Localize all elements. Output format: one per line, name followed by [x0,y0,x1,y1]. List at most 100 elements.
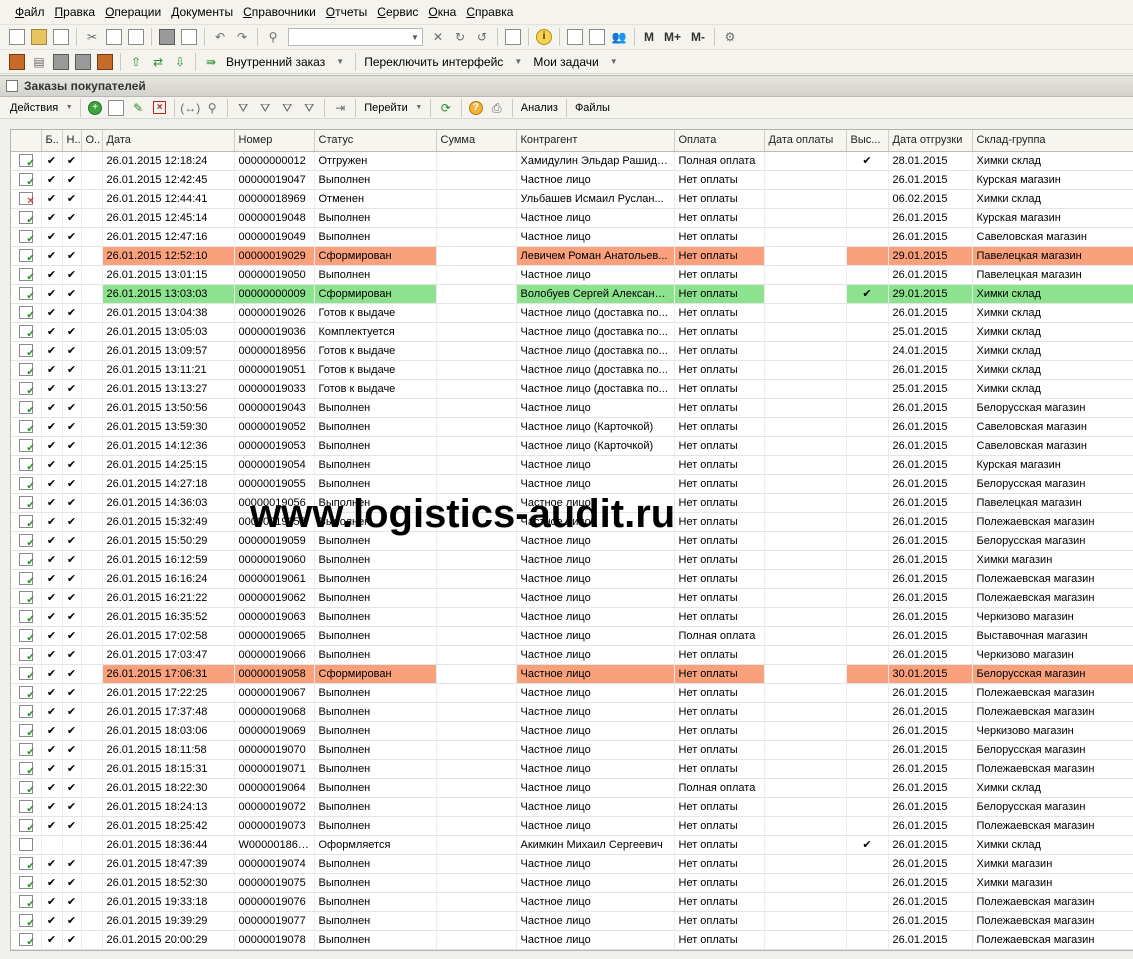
menu-item[interactable]: Файл [10,5,50,19]
filter-value-icon[interactable]: ⛛ [257,100,273,116]
menu-item[interactable]: Правка [50,5,101,19]
table-row[interactable]: ✔ ✔ ✔ 26.01.2015 12:45:14 00000019048 Выполне… [11,208,1133,228]
info-icon[interactable]: i [536,29,552,45]
edit-icon[interactable]: ✎ [130,100,146,116]
switch-interface-button[interactable]: Переключить интерфейс [360,55,507,69]
table-row[interactable]: ✕ ✔ ✔ 26.01.2015 12:44:41 00000018969 Отменен… [11,189,1133,209]
new-document-icon[interactable] [9,29,25,45]
table-row[interactable]: ✔ ✔ ✔ 26.01.2015 18:11:58 00000019070 Выполне… [11,740,1133,760]
chevron-down-icon[interactable]: ▼ [332,54,348,70]
table-row[interactable]: ✔ ✔ ✔ 26.01.2015 18:47:39 00000019074 Выполне… [11,854,1133,874]
table-row[interactable]: ✔ ✔ ✔ 26.01.2015 17:06:31 00000019058 Сформир… [11,664,1133,684]
register-icon[interactable] [53,53,69,70]
calendar-icon[interactable] [589,29,605,45]
table-row[interactable]: ✔ ✔ ✔ 26.01.2015 12:47:16 00000019049 Выполне… [11,227,1133,247]
table-row[interactable]: ✔ ✔ ✔ 26.01.2015 12:52:10 00000019029 Сформир… [11,246,1133,266]
table-row[interactable]: ✔ ✔ ✔ 26.01.2015 12:42:45 00000019047 Выполне… [11,170,1133,190]
table-row[interactable]: ✔ ✔ ✔ 26.01.2015 18:03:06 00000019069 Выполне… [11,721,1133,741]
column-header[interactable]: Оплата [674,130,765,152]
table-row[interactable]: ✔ ✔ ✔ 26.01.2015 12:18:24 00000000012 Отгруже… [11,151,1133,171]
menu-item[interactable]: Сервис [372,5,423,19]
writeoff-icon[interactable]: ⇩ [172,54,188,70]
table-row[interactable]: ✔ ✔ ✔ 26.01.2015 15:50:29 00000019059 Выполне… [11,531,1133,551]
table-row[interactable]: ✔ ✔ ✔ 26.01.2015 16:16:24 00000019061 Выполне… [11,569,1133,589]
table-row[interactable]: ✔ ✔ ✔ 26.01.2015 13:05:03 00000019036 Комплек… [11,322,1133,342]
paste-icon[interactable] [128,29,144,45]
save-icon[interactable] [53,29,69,45]
table-row[interactable]: ✔ ✔ ✔ 26.01.2015 14:12:36 00000019053 Выполне… [11,436,1133,456]
delete-icon[interactable]: × [153,101,167,114]
redo-icon[interactable]: ↷ [234,29,250,45]
menu-item[interactable]: Документы [166,5,238,19]
table-row[interactable]: ✔ ✔ ✔ 26.01.2015 14:36:03 00000019056 Выполне… [11,493,1133,513]
column-header[interactable]: Статус [314,130,437,152]
table-row[interactable]: ✔ ✔ ✔ 26.01.2015 17:03:47 00000019066 Выполне… [11,645,1133,665]
table-row[interactable]: ✔ ✔ ✔ 26.01.2015 16:12:59 00000019060 Выполне… [11,550,1133,570]
chevron-down-icon[interactable]: ▼ [415,100,423,116]
column-header[interactable]: Н.. [62,130,82,152]
receipt-icon[interactable]: ⇧ [128,54,144,70]
preview-icon[interactable] [181,29,197,45]
internal-order-button[interactable]: Внутренний заказ [222,55,329,69]
table-row[interactable]: ✔ ✔ ✔ 26.01.2015 16:21:22 00000019062 Выполне… [11,588,1133,608]
actions-menu[interactable]: Действия [6,102,62,114]
interval-icon[interactable]: (↔) [180,100,200,116]
search-input[interactable]: ▼ [288,28,423,46]
column-header[interactable]: Номер [234,130,315,152]
table-row[interactable]: ✔ ✔ ✔ 26.01.2015 13:04:38 00000019026 Готов к… [11,303,1133,323]
column-header[interactable]: Контрагент [516,130,675,152]
print-icon[interactable] [159,29,175,45]
table-row[interactable]: ✔ ✔ ✔ 26.01.2015 19:33:18 00000019076 Выполне… [11,892,1133,912]
column-header[interactable]: Б.. [41,130,63,152]
transfer-icon[interactable]: ⇄ [150,54,166,70]
settings-icon[interactable]: ⚙ [722,29,738,45]
table-row[interactable]: ✔ ✔ ✔ 26.01.2015 17:22:25 00000019067 Выполне… [11,683,1133,703]
menu-item[interactable]: Справочники [238,5,321,19]
table-row[interactable]: ✔ ✔ ✔ 26.01.2015 13:11:21 00000019051 Готов к… [11,360,1133,380]
table-row[interactable]: ✔ ✔ ✔ 26.01.2015 14:27:18 00000019055 Выполне… [11,474,1133,494]
table-row[interactable]: ✔ ✔ ✔ 26.01.2015 13:13:27 00000019033 Готов к… [11,379,1133,399]
find-next-icon[interactable]: ↻ [452,29,468,45]
column-header[interactable]: Дата [102,130,235,152]
table-row[interactable]: ✔ ✔ ✔ 26.01.2015 18:22:30 00000019064 Выполне… [11,778,1133,798]
memory-button[interactable]: M [639,30,659,44]
open-folder-icon[interactable] [31,29,47,45]
table-row[interactable]: ✔ ✔ ✔ 26.01.2015 18:15:31 00000019071 Выполне… [11,759,1133,779]
table-row[interactable]: ✔ ✔ ✔ 26.01.2015 20:00:29 00000019078 Выполне… [11,930,1133,950]
memory-subtract-button[interactable]: M- [686,30,710,44]
memory-add-button[interactable]: M+ [659,30,686,44]
copy-item-icon[interactable] [108,99,125,116]
help-icon[interactable]: ? [468,100,483,115]
table-row[interactable]: ✔ ✔ ✔ 26.01.2015 13:03:03 00000000009 Сформир… [11,284,1133,304]
filter-list-icon[interactable]: ⛛ [279,100,295,116]
table-row[interactable]: ✔ ✔ ✔ 26.01.2015 18:25:42 00000019073 Выполне… [11,816,1133,836]
book-icon[interactable] [9,53,25,70]
find-icon[interactable]: ⚲ [204,100,220,116]
table-row[interactable]: ✔ ✔ ✔ 26.01.2015 14:25:15 00000019054 Выполне… [11,455,1133,475]
based-on-icon[interactable]: ⇥ [332,100,348,116]
windows-icon[interactable] [505,29,521,45]
column-header[interactable]: Выс... [846,130,889,152]
chevron-down-icon[interactable]: ▼ [510,54,526,70]
users-icon[interactable]: 👥 [611,29,627,45]
find-prev-icon[interactable]: ↺ [474,29,490,45]
table-row[interactable]: ✔ ✔ ✔ 26.01.2015 13:59:30 00000019052 Выполне… [11,417,1133,437]
menu-item[interactable]: Справка [461,5,518,19]
column-header[interactable]: Сумма [436,130,517,152]
files-button[interactable]: Файлы [571,102,614,114]
print-list-icon[interactable]: ⎙ [489,100,505,116]
column-header[interactable] [11,130,42,152]
table-row[interactable]: ✔ ✔ ✔ 26.01.2015 13:09:57 00000018956 Готов к… [11,341,1133,361]
chevron-down-icon[interactable]: ▼ [65,100,73,116]
analysis-button[interactable]: Анализ [517,102,562,114]
column-header[interactable]: Дата оплаты [764,130,847,152]
menu-item[interactable]: Окна [423,5,461,19]
internal-order-icon[interactable]: ⇛ [203,54,219,70]
cut-icon[interactable]: ✂ [84,29,100,45]
chevron-down-icon[interactable]: ▼ [606,54,622,70]
column-header[interactable]: О.. [81,130,103,152]
table-row[interactable]: ✔ ✔ ✔ 26.01.2015 19:39:29 00000019077 Выполне… [11,911,1133,931]
column-header[interactable]: Дата отгрузки [888,130,973,152]
goods-icon[interactable]: ▤ [31,54,47,70]
table-row[interactable]: ✔ ✔ ✔ 26.01.2015 18:24:13 00000019072 Выполне… [11,797,1133,817]
